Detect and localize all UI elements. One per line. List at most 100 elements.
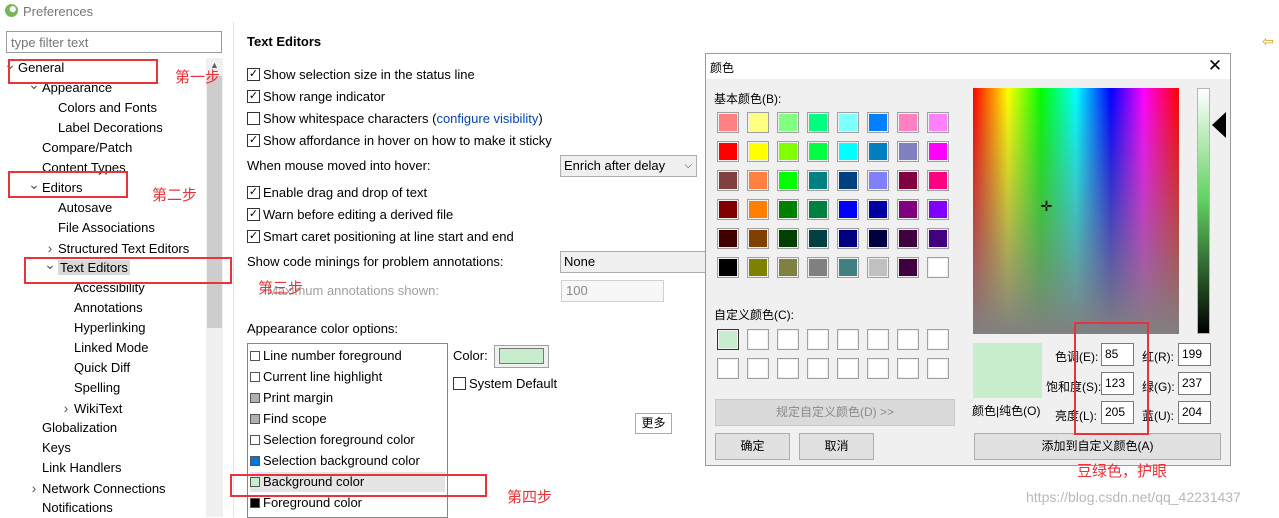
checkbox-smart-caret[interactable]: ✓ Smart caret positioning at line start …	[247, 226, 514, 246]
checkbox-warn-derived[interactable]: ✓ Warn before editing a derived file	[247, 204, 453, 224]
basic-color-swatch[interactable]	[927, 199, 949, 220]
custom-color-swatch[interactable]	[717, 358, 739, 379]
crosshair-icon[interactable]: ✛	[1039, 199, 1054, 214]
basic-color-swatch[interactable]	[777, 199, 799, 220]
ok-button[interactable]: 确定	[715, 433, 790, 460]
tree-item[interactable]: Hyperlinking	[60, 318, 146, 338]
pane-divider[interactable]	[233, 22, 234, 517]
basic-color-swatch[interactable]	[897, 228, 919, 249]
cancel-button[interactable]: 取消	[799, 433, 874, 460]
basic-color-swatch[interactable]	[867, 228, 889, 249]
basic-color-swatch[interactable]	[897, 170, 919, 191]
basic-color-swatch[interactable]	[747, 228, 769, 249]
basic-color-swatch[interactable]	[837, 199, 859, 220]
basic-color-swatch[interactable]	[747, 199, 769, 220]
basic-color-swatch[interactable]	[927, 170, 949, 191]
custom-color-swatch[interactable]	[777, 329, 799, 350]
tree-item[interactable]: Autosave	[44, 198, 112, 218]
color-option-item[interactable]: Current line highlight	[250, 367, 445, 387]
basic-color-swatch[interactable]	[747, 170, 769, 191]
max-annotations-input[interactable]: 100	[561, 280, 664, 302]
tree-item[interactable]: Compare/Patch	[28, 138, 132, 158]
basic-color-swatch[interactable]	[897, 257, 919, 278]
hover-select[interactable]: Enrich after delay ⌵	[560, 155, 697, 177]
custom-color-swatch[interactable]	[777, 358, 799, 379]
custom-color-swatch[interactable]	[747, 329, 769, 350]
basic-color-swatch[interactable]	[807, 228, 829, 249]
basic-color-swatch[interactable]	[717, 228, 739, 249]
tree-item[interactable]: › WikiText	[60, 398, 123, 418]
collapse-chevron-icon[interactable]: ›	[28, 478, 40, 498]
basic-color-swatch[interactable]	[927, 228, 949, 249]
basic-color-swatch[interactable]	[717, 112, 739, 133]
basic-color-swatch[interactable]	[867, 199, 889, 220]
tree-item[interactable]: Spelling	[60, 378, 120, 398]
basic-color-swatch[interactable]	[897, 112, 919, 133]
basic-color-swatch[interactable]	[717, 170, 739, 191]
checkbox-selection-size[interactable]: ✓ Show selection size in the status line	[247, 64, 475, 84]
basic-color-swatch[interactable]	[867, 141, 889, 162]
custom-color-swatch[interactable]	[837, 358, 859, 379]
custom-color-swatch[interactable]	[897, 329, 919, 350]
basic-color-swatch[interactable]	[837, 112, 859, 133]
basic-color-swatch[interactable]	[777, 170, 799, 191]
configure-visibility-link[interactable]: configure visibility	[436, 111, 538, 126]
tree-scrollbar-thumb[interactable]	[207, 76, 222, 328]
checkbox-range-indicator[interactable]: ✓ Show range indicator	[247, 86, 385, 106]
basic-color-swatch[interactable]	[717, 199, 739, 220]
tree-item[interactable]: Keys	[28, 438, 71, 458]
luminance-slider[interactable]	[1197, 88, 1210, 334]
basic-color-swatch[interactable]	[777, 112, 799, 133]
custom-color-swatch[interactable]	[927, 358, 949, 379]
tree-item[interactable]: Quick Diff	[60, 358, 130, 378]
basic-color-swatch[interactable]	[867, 257, 889, 278]
back-arrow-icon[interactable]: ⇦	[1262, 33, 1277, 49]
basic-color-swatch[interactable]	[807, 199, 829, 220]
basic-color-swatch[interactable]	[837, 141, 859, 162]
color-option-item[interactable]: Line number foreground	[250, 346, 445, 366]
basic-color-swatch[interactable]	[867, 170, 889, 191]
custom-color-swatch[interactable]	[867, 358, 889, 379]
custom-color-swatch[interactable]	[717, 329, 739, 350]
basic-color-swatch[interactable]	[717, 141, 739, 162]
basic-color-swatch[interactable]	[897, 199, 919, 220]
tree-item[interactable]: Label Decorations	[44, 118, 163, 138]
color-option-item[interactable]: Selection foreground color	[250, 430, 445, 450]
tree-item[interactable]: › Structured Text Editors	[44, 238, 190, 258]
blue-input[interactable]: 204	[1178, 401, 1211, 424]
custom-color-swatch[interactable]	[747, 358, 769, 379]
custom-color-swatch[interactable]	[837, 329, 859, 350]
custom-color-swatch[interactable]	[897, 358, 919, 379]
checkbox-system-default[interactable]: System Default	[453, 373, 557, 393]
define-custom-colors-button[interactable]: 规定自定义颜色(D) >>	[715, 399, 955, 426]
add-to-custom-colors-button[interactable]: 添加到自定义颜色(A)	[974, 433, 1221, 460]
basic-color-swatch[interactable]	[747, 112, 769, 133]
basic-color-swatch[interactable]	[747, 141, 769, 162]
custom-color-swatch[interactable]	[867, 329, 889, 350]
basic-color-swatch[interactable]	[927, 141, 949, 162]
red-input[interactable]: 199	[1178, 343, 1211, 366]
code-minings-select[interactable]: None	[560, 251, 707, 273]
basic-color-swatch[interactable]	[747, 257, 769, 278]
luminance-arrow-icon[interactable]	[1212, 112, 1226, 138]
more-button[interactable]: 更多	[635, 413, 672, 434]
custom-color-swatch[interactable]	[927, 329, 949, 350]
basic-color-swatch[interactable]	[717, 257, 739, 278]
basic-color-swatch[interactable]	[807, 112, 829, 133]
color-option-item[interactable]: Print margin	[250, 388, 445, 408]
basic-color-swatch[interactable]	[867, 112, 889, 133]
basic-color-swatch[interactable]	[927, 257, 949, 278]
tree-item[interactable]: Notifications	[28, 498, 113, 517]
tree-item[interactable]: Linked Mode	[60, 338, 148, 358]
basic-color-swatch[interactable]	[807, 141, 829, 162]
tree-item[interactable]: Colors and Fonts	[44, 98, 157, 118]
color-option-item[interactable]: Find scope	[250, 409, 445, 429]
tree-item[interactable]: › Network Connections	[28, 478, 166, 498]
tree-item[interactable]: Link Handlers	[28, 458, 122, 478]
close-icon[interactable]: ✕	[1207, 56, 1223, 76]
checkbox-whitespace[interactable]: Show whitespace characters (configure vi…	[247, 108, 543, 128]
basic-color-swatch[interactable]	[777, 141, 799, 162]
green-input[interactable]: 237	[1178, 372, 1211, 395]
tree-item[interactable]: File Associations	[44, 218, 155, 238]
basic-color-swatch[interactable]	[807, 170, 829, 191]
